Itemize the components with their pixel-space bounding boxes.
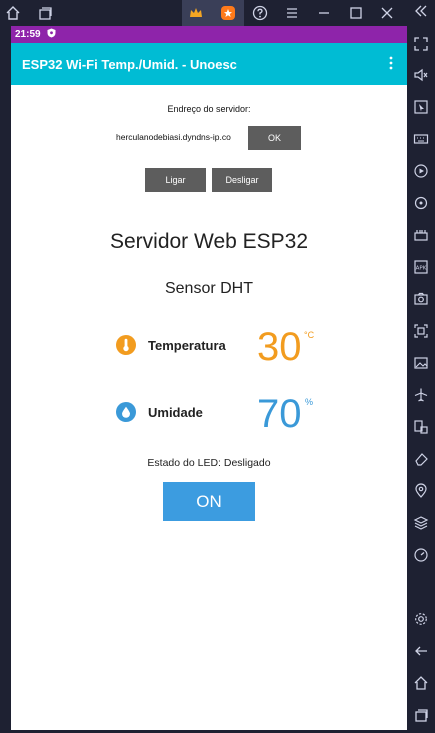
page-title: Servidor Web ESP32 (109, 230, 309, 253)
keyboard-icon[interactable] (411, 129, 431, 149)
status-time: 21:59 (15, 29, 41, 40)
temperature-unit: °C (304, 330, 315, 340)
desligar-button[interactable]: Desligar (212, 168, 272, 192)
layers-icon[interactable] (411, 513, 431, 533)
water-drop-icon (116, 402, 136, 422)
ok-button[interactable]: OK (248, 126, 301, 150)
ligar-button[interactable]: Ligar (145, 168, 206, 192)
multi-instance-icon[interactable] (411, 417, 431, 437)
main-content: Endreço do servidor: herculanodebiasi.dy… (11, 85, 407, 730)
humidity-value: 70 (257, 392, 302, 436)
app-title: ESP32 Wi-Fi Temp./Umid. - Unoesc (22, 56, 237, 72)
thermometer-icon (116, 335, 136, 355)
temperature-label: Temperatura (148, 338, 226, 353)
android-home-icon[interactable] (411, 673, 431, 693)
server-address-field[interactable]: herculanodebiasi.dyndns-ip.co (116, 132, 231, 142)
rotate-icon[interactable] (411, 193, 431, 213)
emulator-side-toolbar: APK (407, 0, 435, 733)
back-arrow-icon[interactable] (411, 641, 431, 661)
record-icon[interactable] (411, 161, 431, 181)
shield-icon (47, 28, 56, 41)
emulator-top-toolbar (0, 0, 407, 26)
hamburger-menu-icon[interactable] (282, 3, 302, 23)
screen-capture-icon[interactable] (411, 321, 431, 341)
page-subtitle: Sensor DHT (164, 280, 254, 297)
humidity-unit: % (305, 397, 314, 407)
led-on-button[interactable]: ON (163, 482, 255, 521)
pointer-icon[interactable] (411, 97, 431, 117)
humidity-label: Umidade (148, 405, 203, 420)
close-icon[interactable] (377, 3, 397, 23)
collapse-sidebar-icon[interactable] (411, 1, 431, 21)
recent-apps-icon[interactable] (411, 705, 431, 725)
multi-window-icon[interactable] (35, 3, 55, 23)
fullscreen-icon[interactable] (411, 34, 431, 54)
airplane-icon[interactable] (411, 385, 431, 405)
performance-icon[interactable] (411, 545, 431, 565)
game-controls-icon[interactable] (411, 225, 431, 245)
media-gallery-icon[interactable] (411, 353, 431, 373)
settings-gear-icon[interactable] (411, 609, 431, 629)
apk-install-icon[interactable]: APK (411, 257, 431, 277)
emulator-window: APK 21:59 ESP32 Wi-Fi Temp./Umid. - Unoe… (0, 0, 435, 733)
status-bar: 21:59 (11, 26, 407, 43)
maximize-icon[interactable] (346, 3, 366, 23)
screenshot-icon[interactable] (411, 289, 431, 309)
server-address-label: Endreço do servidor: (167, 104, 251, 114)
app-bar: ESP32 Wi-Fi Temp./Umid. - Unoesc (11, 43, 407, 85)
crown-icon[interactable] (186, 3, 206, 23)
home-icon[interactable] (3, 3, 23, 23)
help-icon[interactable] (250, 3, 270, 23)
app-badge-icon[interactable] (218, 3, 238, 23)
svg-text:APK: APK (416, 266, 427, 272)
location-icon[interactable] (411, 481, 431, 501)
led-status-text: Estado do LED: Desligado (147, 457, 271, 469)
overflow-menu-icon[interactable] (389, 56, 393, 73)
temperature-value: 30 (257, 325, 302, 369)
android-screen: 21:59 ESP32 Wi-Fi Temp./Umid. - Unoesc E… (11, 26, 407, 730)
eraser-icon[interactable] (411, 449, 431, 469)
volume-mute-icon[interactable] (411, 65, 431, 85)
minimize-icon[interactable] (314, 3, 334, 23)
